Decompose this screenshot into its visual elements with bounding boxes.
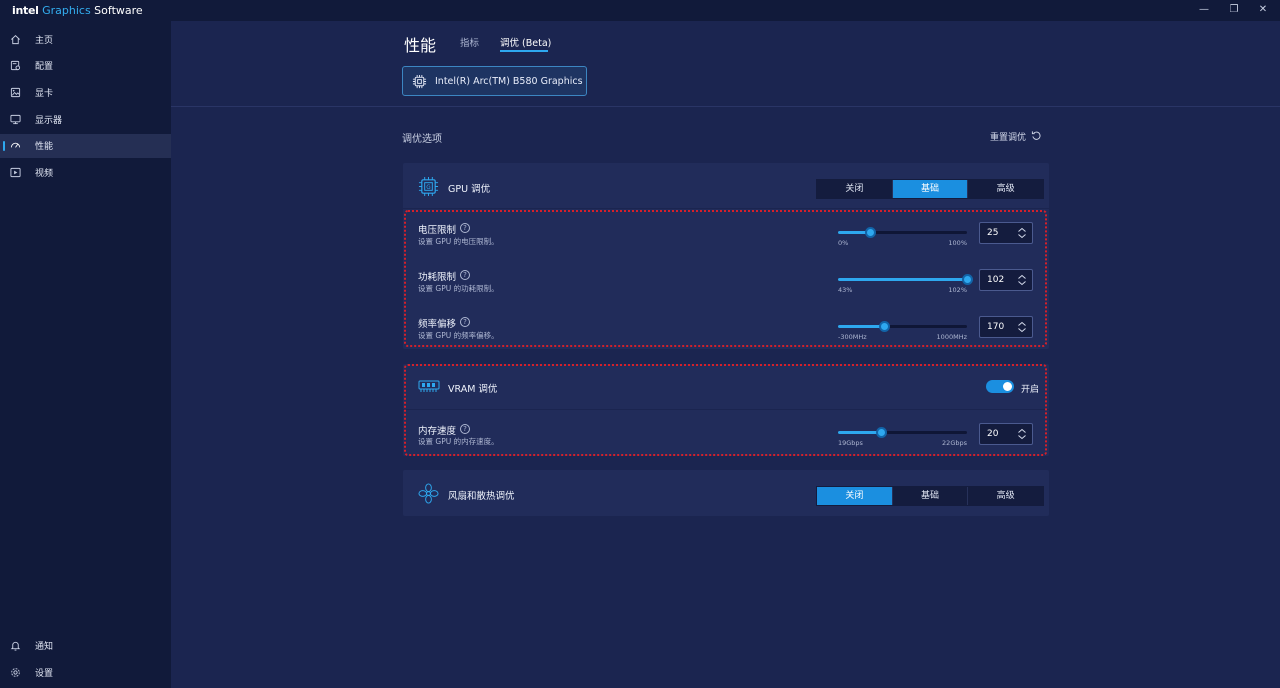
tab-active-indicator	[500, 50, 548, 52]
gpu-rows-highlight	[404, 210, 1047, 347]
gpu-tuning-mode-selector: 关闭 基础 高级	[816, 179, 1044, 199]
fan-mode-off-button[interactable]: 关闭	[817, 487, 893, 505]
performance-gauge-icon	[10, 142, 21, 148]
sidebar-item-label: 通知	[35, 642, 54, 652]
sidebar: 主页 配置 显卡 显示器 性能 视频 通知 设置	[0, 21, 171, 688]
sidebar-item-video[interactable]: 视频	[0, 161, 171, 185]
tab-metrics[interactable]: 指标	[460, 35, 479, 49]
page-title: 性能	[404, 36, 437, 55]
sidebar-item-label: 性能	[35, 142, 54, 152]
header-divider	[171, 106, 1280, 107]
main-content	[171, 21, 1280, 688]
gear-icon	[11, 668, 20, 677]
minimize-button[interactable]: —	[1197, 3, 1211, 17]
card-divider	[403, 208, 1049, 209]
gpu-mode-basic-button[interactable]: 基础	[892, 180, 969, 198]
sidebar-item-label: 主页	[35, 36, 54, 46]
video-icon	[10, 167, 21, 178]
graphics-card-icon	[10, 87, 21, 98]
sidebar-item-home[interactable]: 主页	[0, 28, 171, 52]
sidebar-item-label: 配置	[35, 62, 54, 72]
sidebar-item-performance[interactable]: 性能	[0, 134, 171, 158]
sidebar-item-label: 设置	[35, 669, 54, 679]
sidebar-item-display[interactable]: 显示器	[0, 108, 171, 132]
gpu-name: Intel(R) Arc(TM) B580 Graphics	[435, 76, 583, 87]
sidebar-item-label: 显卡	[35, 89, 54, 99]
vram-card-highlight	[404, 364, 1047, 456]
fan-mode-basic-button[interactable]: 基础	[893, 487, 969, 505]
sidebar-item-notifications[interactable]: 通知	[0, 634, 171, 658]
gpu-selector-button[interactable]: Intel(R) Arc(TM) B580 Graphics	[402, 66, 587, 96]
reset-icon	[1031, 131, 1041, 140]
fan-tuning-mode-selector: 关闭 基础 高级	[816, 486, 1044, 506]
monitor-icon	[10, 114, 21, 125]
sidebar-item-profiles[interactable]: 配置	[0, 54, 171, 78]
reset-tuning-button[interactable]: 重置调优	[990, 130, 1041, 143]
chip-icon	[412, 74, 427, 89]
section-title: 调优选项	[402, 134, 442, 145]
restore-button[interactable]: ❐	[1227, 3, 1241, 17]
fan-icon	[418, 483, 439, 504]
app-logo: intel Graphics Software	[12, 4, 143, 17]
sidebar-item-settings[interactable]: 设置	[0, 661, 171, 685]
tab-tuning[interactable]: 调优 (Beta)	[500, 35, 551, 49]
fan-mode-advanced-button[interactable]: 高级	[968, 487, 1043, 505]
profile-icon	[10, 60, 21, 71]
gpu-mode-advanced-button[interactable]: 高级	[968, 180, 1043, 198]
sidebar-item-graphics[interactable]: 显卡	[0, 81, 171, 105]
gpu-tuning-title: GPU 调优	[448, 184, 491, 195]
home-icon	[11, 35, 20, 45]
close-button[interactable]: ✕	[1256, 3, 1270, 17]
bell-icon	[10, 641, 21, 651]
title-bar: intel Graphics Software — ❐ ✕	[0, 0, 1280, 21]
svg-text:G: G	[426, 185, 430, 191]
fan-tuning-title: 风扇和散热调优	[448, 491, 515, 502]
sidebar-item-label: 显示器	[35, 116, 63, 126]
gpu-chip-icon: G	[418, 176, 439, 197]
sidebar-item-label: 视频	[35, 169, 54, 179]
gpu-mode-off-button[interactable]: 关闭	[817, 180, 893, 198]
